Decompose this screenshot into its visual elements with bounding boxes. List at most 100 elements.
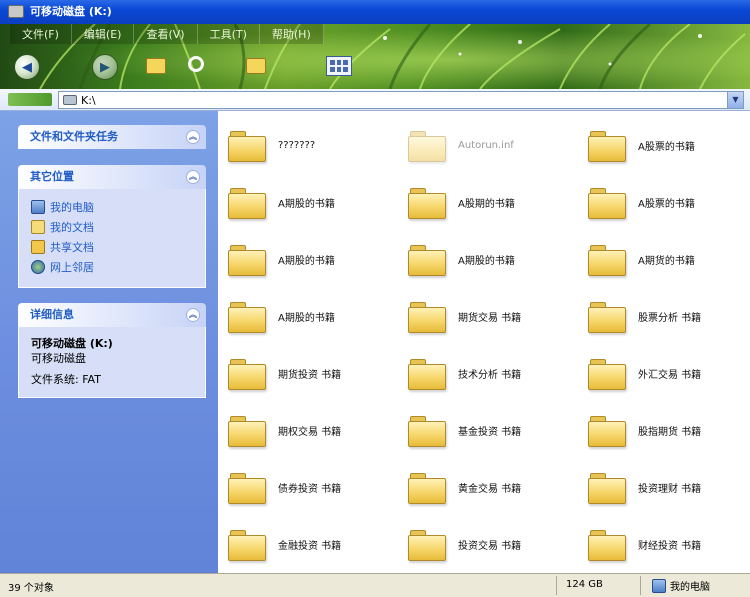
file-item[interactable]: A股票的书籍 [588, 123, 750, 167]
link-shared-documents[interactable]: 共享文档 [31, 237, 195, 257]
file-item[interactable]: Autorun.inf [408, 123, 588, 167]
file-item[interactable]: A股票的书籍 [588, 180, 750, 224]
folder-icon [228, 243, 266, 276]
collapse-chevron-icon[interactable]: ︽ [186, 130, 200, 144]
panel-details-header[interactable]: 详细信息 ︽ [18, 303, 206, 327]
forward-button[interactable]: ▶ [92, 54, 118, 80]
link-network[interactable]: 网上邻居 [31, 257, 195, 277]
status-zone: 我的电脑 [652, 578, 710, 593]
folders-button[interactable] [246, 58, 266, 74]
status-size: 124 GB [566, 579, 603, 590]
computer-icon [652, 578, 666, 593]
link-label: 共享文档 [50, 241, 94, 254]
file-item[interactable]: ??????? [228, 123, 408, 167]
menu-edit[interactable]: 编辑(E) [71, 24, 135, 44]
collapse-chevron-icon[interactable]: ︽ [186, 170, 200, 184]
folder-icon [588, 300, 626, 333]
explorer-window: 可移动磁盘 (K:) 文件(F) 编辑(E) 查看(V) 工具(T) 帮助(H)… [0, 0, 750, 597]
panel-other-places-body: 我的电脑 我的文档 共享文档 网上邻居 [18, 189, 206, 288]
shared-folder-icon [31, 240, 45, 254]
up-folder-button[interactable] [146, 58, 166, 74]
file-item-name: A期股的书籍 [458, 255, 515, 267]
collapse-chevron-icon[interactable]: ︽ [186, 308, 200, 322]
file-item[interactable]: 期货投资 书籍 [228, 351, 408, 395]
file-item-name: A期货的书籍 [638, 255, 695, 267]
file-item-name: 债券投资 书籍 [278, 483, 342, 495]
folder-icon [228, 129, 266, 162]
address-value: K:\ [81, 93, 96, 107]
file-item-name: A股票的书籍 [638, 198, 695, 210]
file-item[interactable]: 黄金交易 书籍 [408, 465, 588, 509]
file-item[interactable]: 债券投资 书籍 [228, 465, 408, 509]
title-bar[interactable]: 可移动磁盘 (K:) [0, 0, 750, 24]
menu-file[interactable]: 文件(F) [10, 24, 72, 44]
file-item-name: 期货交易 书籍 [458, 312, 522, 324]
folder-icon [228, 471, 266, 504]
folder-icon [408, 357, 446, 390]
folder-icon [408, 186, 446, 219]
panel-other-places: 其它位置 ︽ 我的电脑 我的文档 共享文档 网上邻居 [18, 165, 206, 288]
menu-view[interactable]: 查看(V) [134, 24, 198, 44]
file-item[interactable]: 金融投资 书籍 [228, 522, 408, 566]
file-item-name: 财经投资 书籍 [638, 540, 702, 552]
file-item[interactable]: 股指期货 书籍 [588, 408, 750, 452]
removable-disk-icon [8, 5, 24, 18]
file-item[interactable]: 基金投资 书籍 [408, 408, 588, 452]
file-item[interactable]: A期股的书籍 [408, 237, 588, 281]
views-button[interactable] [326, 56, 352, 76]
status-object-count: 39 个对象 [8, 583, 54, 594]
file-list: ??????? Autorun.inf A股票的书籍 A期股的书籍 A股期的书籍 A股票的… [218, 111, 750, 573]
file-item[interactable]: 财经投资 书籍 [588, 522, 750, 566]
forward-arrow-icon: ▶ [100, 59, 110, 75]
file-item-name: 期货投资 书籍 [278, 369, 342, 381]
address-field[interactable]: K:\ ▼ [58, 91, 744, 109]
file-item-name: 投资交易 书籍 [458, 540, 522, 552]
status-divider [640, 576, 641, 595]
file-item[interactable]: 期货交易 书籍 [408, 294, 588, 338]
file-item[interactable]: 期权交易 书籍 [228, 408, 408, 452]
file-item[interactable]: A期货的书籍 [588, 237, 750, 281]
menu-tools[interactable]: 工具(T) [197, 24, 260, 44]
link-my-computer[interactable]: 我的电脑 [31, 197, 195, 217]
file-item[interactable]: A股期的书籍 [408, 180, 588, 224]
file-item[interactable]: 外汇交易 书籍 [588, 351, 750, 395]
panel-file-tasks-title: 文件和文件夹任务 [30, 130, 118, 143]
views-icon [326, 56, 352, 76]
link-label: 网上邻居 [50, 261, 94, 274]
file-item[interactable]: 投资理财 书籍 [588, 465, 750, 509]
folder-icon [588, 414, 626, 447]
file-item[interactable]: 技术分析 书籍 [408, 351, 588, 395]
file-item-name: 金融投资 书籍 [278, 540, 342, 552]
folder-icon [228, 357, 266, 390]
panel-other-places-header[interactable]: 其它位置 ︽ [18, 165, 206, 189]
panel-file-tasks: 文件和文件夹任务 ︽ [18, 125, 206, 149]
file-item-name: 基金投资 书籍 [458, 426, 522, 438]
file-item[interactable]: A期股的书籍 [228, 294, 408, 338]
menu-help[interactable]: 帮助(H) [259, 24, 324, 44]
file-item[interactable]: A期股的书籍 [228, 237, 408, 281]
panel-file-tasks-header[interactable]: 文件和文件夹任务 ︽ [18, 125, 206, 149]
folder-icon [228, 528, 266, 561]
details-filesystem: 文件系统: FAT [31, 373, 101, 386]
file-item[interactable]: 股票分析 书籍 [588, 294, 750, 338]
folder-icon [408, 129, 446, 162]
folder-icon [228, 414, 266, 447]
task-pane: 文件和文件夹任务 ︽ 其它位置 ︽ 我的电脑 我的文档 共享文档 网上邻居 详细… [0, 111, 218, 573]
folder-icon [408, 471, 446, 504]
address-label [8, 93, 52, 106]
file-item-name: 期权交易 书籍 [278, 426, 342, 438]
link-my-documents[interactable]: 我的文档 [31, 217, 195, 237]
file-item-name: 投资理财 书籍 [638, 483, 702, 495]
menu-bar: 文件(F) 编辑(E) 查看(V) 工具(T) 帮助(H) [0, 24, 750, 44]
file-item[interactable]: A期股的书籍 [228, 180, 408, 224]
folder-icon [588, 186, 626, 219]
file-item-name: A期股的书籍 [278, 255, 335, 267]
file-item[interactable]: 投资交易 书籍 [408, 522, 588, 566]
back-button[interactable]: ◀ [14, 54, 40, 80]
folder-icon [588, 129, 626, 162]
search-button[interactable] [188, 56, 204, 72]
search-icon [188, 56, 204, 72]
details-type: 可移动磁盘 [31, 352, 86, 365]
file-item-name: 股指期货 书籍 [638, 426, 702, 438]
address-dropdown-icon[interactable]: ▼ [727, 92, 743, 108]
